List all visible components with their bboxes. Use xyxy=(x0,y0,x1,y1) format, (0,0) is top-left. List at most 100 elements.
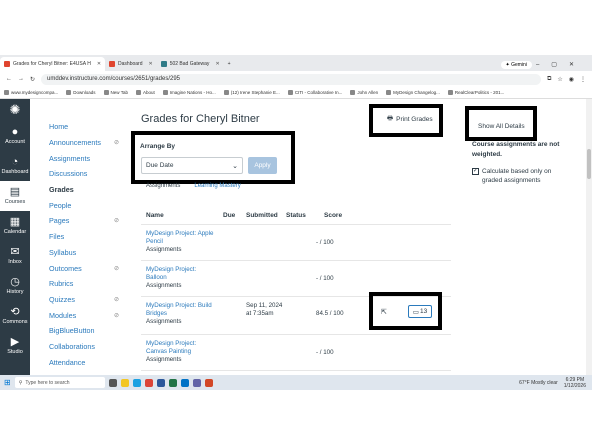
bookmark-item[interactable]: Imagine Nations - Ho... xyxy=(162,90,216,95)
bookmark-item[interactable]: CITI - Collaborative In... xyxy=(287,90,342,95)
browser-tab-gateway[interactable]: 502 Bad Gateway ✕ xyxy=(157,57,224,71)
bookmark-item[interactable]: John Allen xyxy=(350,90,378,95)
clock-date: 1/12/2026 xyxy=(563,382,586,389)
bookmark-item[interactable]: About xyxy=(135,90,155,95)
assignment-link[interactable]: MyDesign Project: Apple Pencil xyxy=(146,230,213,245)
print-grades-button[interactable]: 🖶 Print Grades xyxy=(387,114,433,125)
global-nav-studio[interactable]: ▶ Studio xyxy=(0,331,30,361)
global-nav-dashboard[interactable]: ◔ Dashboard xyxy=(0,151,30,181)
course-nav-rubrics[interactable]: Rubrics xyxy=(49,276,119,292)
windows-start-icon[interactable]: ⊞ xyxy=(4,378,11,387)
global-nav-account[interactable]: ● Account xyxy=(0,121,30,151)
global-nav-calendar[interactable]: ▦ Calendar xyxy=(0,211,30,241)
col-name: Name xyxy=(146,212,164,219)
rubric-icon[interactable]: ⇱ xyxy=(381,308,387,316)
back-icon[interactable]: ← xyxy=(6,76,12,82)
calculate-label: Calculate based only on graded assignmen… xyxy=(482,168,552,184)
bookmark-icon xyxy=(4,90,9,95)
assignment-category: Assignments xyxy=(146,246,182,253)
taskbar-search[interactable]: ⚲ Type here to search xyxy=(14,377,105,388)
course-navigation: Home Announcements ⊘ Assignments Discussions… xyxy=(49,119,119,370)
browser-tab-grades[interactable]: Grades for Cheryl Bitner: E4USA H ✕ xyxy=(0,57,106,71)
assignment-link[interactable]: MyDesign Project: Canvas Painting xyxy=(146,340,196,355)
course-nav-collaborations[interactable]: Collaborations xyxy=(49,339,119,355)
course-nav-modules[interactable]: Modules ⊘ xyxy=(49,307,119,323)
bookmark-label: Downloads xyxy=(73,90,96,95)
bookmark-item[interactable]: New Tab xyxy=(103,90,128,95)
canvas-logo-icon[interactable]: ✺ xyxy=(0,99,30,121)
course-nav-quizzes[interactable]: Quizzes ⊘ xyxy=(49,292,119,308)
edge-icon[interactable] xyxy=(132,378,141,387)
tab-assignments[interactable]: Assignments xyxy=(146,183,180,189)
course-nav-outcomes[interactable]: Outcomes ⊘ xyxy=(49,260,119,276)
course-nav-label: Outcomes xyxy=(49,263,82,273)
close-tab-icon[interactable]: ✕ xyxy=(97,61,101,67)
comments-button[interactable]: ▭ 13 xyxy=(408,305,432,318)
url-field[interactable]: umddev.instructure.com/courses/2651/grad… xyxy=(41,73,542,85)
clock[interactable]: 6:29 PM 1/12/2026 xyxy=(564,377,586,389)
global-nav-label: Inbox xyxy=(8,259,22,265)
course-nav-people[interactable]: People xyxy=(49,197,119,213)
course-nav-files[interactable]: Files xyxy=(49,229,119,245)
course-nav-assignments[interactable]: Assignments xyxy=(49,150,119,166)
bookmark-item[interactable]: Downloads xyxy=(66,90,96,95)
bookmark-item[interactable]: MyDesign Changelog... xyxy=(386,90,440,95)
forward-icon[interactable]: → xyxy=(18,76,24,82)
global-nav-courses[interactable]: ▤ Courses xyxy=(0,181,30,211)
arrange-by-select[interactable]: Due Date ⌄ xyxy=(141,157,243,174)
course-nav-label: Home xyxy=(49,122,69,132)
new-tab-button[interactable]: + xyxy=(224,57,235,71)
score-cell: - / 100 xyxy=(316,239,334,246)
assignment-cell: MyDesign Project: Canvas Painting Assignm… xyxy=(146,340,218,364)
course-nav-home[interactable]: Home xyxy=(49,119,119,135)
course-nav-bigbluebutton[interactable]: BigBlueButton xyxy=(49,323,119,339)
course-nav-announcements[interactable]: Announcements ⊘ xyxy=(49,135,119,151)
word-icon[interactable] xyxy=(156,378,165,387)
show-all-details-button[interactable]: Show All Details xyxy=(478,123,525,130)
global-nav-history[interactable]: ◷ History xyxy=(0,271,30,301)
menu-icon[interactable]: ⋮ xyxy=(580,76,586,83)
profile-icon[interactable]: ◉ xyxy=(569,76,574,83)
browser-tab-dashboard[interactable]: Dashboard ✕ xyxy=(105,57,157,71)
apply-button[interactable]: Apply xyxy=(248,157,277,174)
bookmark-label: (12) Irene Stephanie E... xyxy=(230,90,280,95)
bookmark-item[interactable]: (12) Irene Stephanie E... xyxy=(223,90,280,95)
assignment-link[interactable]: MyDesign Project: Build Bridges xyxy=(146,302,212,317)
assignment-link[interactable]: MyDesign Project: Balloon xyxy=(146,266,196,281)
global-nav-commons[interactable]: ⟲ Commons xyxy=(0,301,30,331)
bookmark-icon xyxy=(103,90,109,95)
bookmark-icon xyxy=(66,90,72,95)
arrange-by-value: Due Date xyxy=(146,162,174,169)
window-controls[interactable]: –▢✕ xyxy=(536,61,586,68)
course-nav-discussions[interactable]: Discussions xyxy=(49,166,119,182)
extensions-icon[interactable]: ⧉ xyxy=(547,76,551,83)
teams-icon[interactable] xyxy=(192,378,201,387)
course-nav-grades[interactable]: Grades xyxy=(49,182,119,198)
bookmark-item[interactable]: RealClearPolitics - 201... xyxy=(447,90,504,95)
reload-icon[interactable]: ↻ xyxy=(30,76,35,83)
file-explorer-icon[interactable] xyxy=(120,378,129,387)
scroll-thumb[interactable] xyxy=(587,149,591,179)
course-nav-attendance[interactable]: Attendance xyxy=(49,354,119,370)
outlook-icon[interactable] xyxy=(180,378,189,387)
course-nav-pages[interactable]: Pages ⊘ xyxy=(49,213,119,229)
task-view-icon[interactable] xyxy=(108,378,117,387)
page-scrollbar[interactable] xyxy=(586,99,592,375)
close-tab-icon[interactable]: ✕ xyxy=(148,61,152,67)
excel-icon[interactable] xyxy=(168,378,177,387)
chrome-icon[interactable] xyxy=(144,378,153,387)
calculate-checkbox[interactable]: ✓ xyxy=(472,168,479,175)
bookmark-item[interactable]: www.mydesigncompa... xyxy=(4,90,58,95)
calculate-option[interactable]: ✓ Calculate based only on graded assignm… xyxy=(472,167,572,185)
global-nav-inbox[interactable]: ✉ Inbox xyxy=(0,241,30,271)
star-icon[interactable]: ☆ xyxy=(557,76,562,83)
tab-learning-mastery[interactable]: Learning Mastery xyxy=(194,183,240,189)
hidden-eye-icon: ⊘ xyxy=(113,218,119,225)
bookmark-label: Imagine Nations - Ho... xyxy=(169,90,216,95)
gemini-button[interactable]: ✦ Gemini xyxy=(500,61,532,69)
course-nav-syllabus[interactable]: Syllabus xyxy=(49,245,119,261)
powerpoint-icon[interactable] xyxy=(204,378,213,387)
course-nav-label: Quizzes xyxy=(49,294,75,304)
weather-widget[interactable]: 67°F Mostly clear xyxy=(519,380,558,386)
close-tab-icon[interactable]: ✕ xyxy=(215,61,219,67)
